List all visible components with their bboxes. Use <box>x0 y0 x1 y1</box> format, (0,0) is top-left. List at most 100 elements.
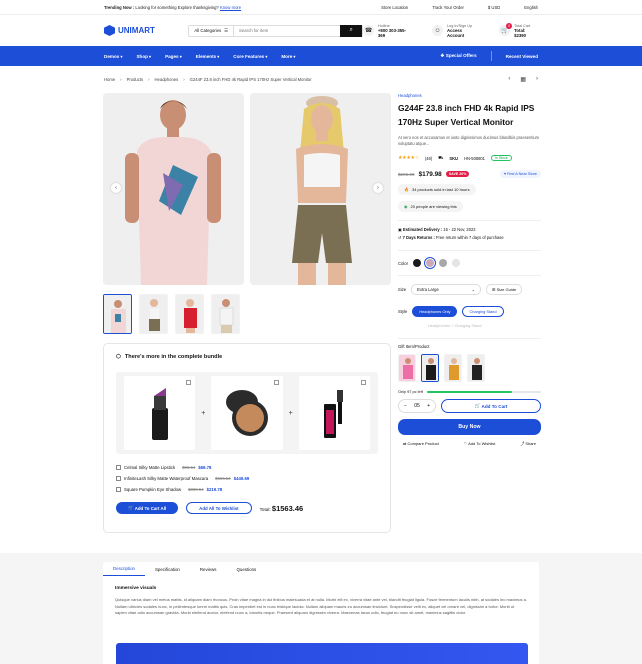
chevron-left-icon: ‹ <box>115 185 117 191</box>
bundle-item-row[interactable]: InfiniteLash Silky Matte Waterproof Masc… <box>116 473 378 484</box>
thumbnail-1[interactable] <box>103 294 132 334</box>
category-select[interactable]: All Categories ☰ <box>189 25 235 36</box>
search-bar: All Categories☰ ⌕ <box>188 24 364 37</box>
product-info: Headphones G244F 23.8 inch FHD 4k Rapid … <box>398 93 541 447</box>
nav-item-shop[interactable]: Shop <box>136 54 151 59</box>
search-input[interactable] <box>234 28 341 33</box>
crumb-headphones[interactable]: Headphones <box>155 77 179 82</box>
trending-notice: Trending Now : Looking for something Exp… <box>104 5 241 10</box>
grid-icon[interactable]: ▦ <box>520 76 526 83</box>
share-link[interactable]: ⤴ Share <box>520 441 536 447</box>
current-price: $179.98 <box>418 170 442 178</box>
save-badge: SAVE 20% <box>445 171 470 177</box>
add-to-cart-button[interactable]: 🛒 Add To Cart <box>441 399 541 413</box>
tab-questions[interactable]: Questions <box>226 562 266 576</box>
plus-icon[interactable]: + <box>427 403 430 409</box>
minus-icon[interactable]: − <box>404 403 407 409</box>
wishlist-label: Add To Wishlist <box>468 441 496 446</box>
quantity-stepper[interactable]: − 05 + <box>398 399 436 413</box>
bundle-item-row[interactable]: Celmal Silky Matte Lipstick $96.54 $69.78 <box>116 462 378 473</box>
bundle-total-label: Total: <box>259 506 271 512</box>
find-store-label: Find A Near Store <box>507 172 537 176</box>
gift-item[interactable] <box>398 354 416 382</box>
gift-item[interactable] <box>444 354 462 382</box>
bundle-checkbox[interactable] <box>186 380 192 385</box>
prev-image-arrow[interactable]: ‹ <box>111 183 121 193</box>
prev-product-icon[interactable]: ‹ <box>508 76 510 83</box>
product-image-2[interactable]: › <box>250 93 391 285</box>
truck-icon: ⛟ <box>438 155 444 160</box>
find-store-button[interactable]: ⌖ Find A Near Store <box>499 170 541 178</box>
bundle-product-lipstick[interactable] <box>124 376 196 450</box>
color-swatch[interactable] <box>439 259 448 267</box>
checkbox[interactable] <box>116 487 121 492</box>
cart-icon: 🛒 <box>128 505 135 510</box>
account[interactable]: ☺ Log In/Sign Up Access Account <box>432 24 479 38</box>
language-select[interactable]: English <box>524 5 538 10</box>
size-guide-label: Size Guide <box>496 287 517 292</box>
next-image-arrow[interactable]: › <box>373 183 383 193</box>
divider <box>398 338 541 339</box>
special-offers-link[interactable]: ❖ Special Offers <box>440 53 476 59</box>
style-option[interactable]: Headphones Only <box>412 306 458 317</box>
cart[interactable]: 🛒 0 Total Cart Total: $2390 <box>499 23 538 38</box>
bundle-item-name: Celmal Silky Matte Lipstick <box>124 465 176 470</box>
style-options: Style Headphones Only Charging Stand <box>398 306 541 317</box>
thumbnail-image <box>176 295 203 333</box>
product-category-link[interactable]: Headphones <box>398 93 541 98</box>
size-guide-button[interactable]: ⊞ Size Guide <box>486 284 523 295</box>
add-all-to-cart-button[interactable]: 🛒 Add To Cart All <box>116 502 179 514</box>
hotline[interactable]: ☎ Hotline +800 303-355-369 <box>363 24 412 38</box>
know-more-link[interactable]: Know more <box>220 5 241 10</box>
checkbox[interactable] <box>116 465 121 470</box>
bundle-heading: ⬡ There's more in the complete bundle <box>116 354 378 360</box>
store-location-link[interactable]: Store Location <box>381 5 408 10</box>
bundle-checkbox[interactable] <box>360 380 366 385</box>
nav-item-demos[interactable]: Demos <box>104 54 122 59</box>
crumb-products[interactable]: Products <box>127 77 144 82</box>
quantity-value[interactable]: 05 <box>414 403 420 409</box>
color-swatch[interactable] <box>452 259 461 267</box>
nav-item-elements[interactable]: Elements <box>196 54 220 59</box>
track-order-link[interactable]: Track Your Order <box>432 5 464 10</box>
review-count[interactable]: (48) <box>425 156 432 161</box>
next-product-icon[interactable]: › <box>536 76 538 83</box>
crumb-home[interactable]: Home <box>104 77 115 82</box>
buy-now-button[interactable]: Buy Now <box>398 419 541 435</box>
compare-link[interactable]: ⇄ Compare Product <box>403 441 439 447</box>
gift-item[interactable] <box>467 354 485 382</box>
tab-reviews[interactable]: Reviews <box>190 562 227 576</box>
product-image-1[interactable]: ‹ <box>103 93 244 285</box>
stock-badge: In Stock <box>490 155 512 161</box>
account-value: Access Account <box>446 27 465 38</box>
gift-item[interactable] <box>421 354 439 382</box>
currency-select[interactable]: $ USD <box>488 5 500 10</box>
size-select[interactable]: Extra Large ⌄ <box>411 284 482 295</box>
stock-track <box>426 390 541 393</box>
search-button[interactable]: ⌕ <box>340 24 363 37</box>
search-icon: ⌕ <box>349 27 353 33</box>
bundle-product-eyeshadow[interactable] <box>211 376 283 450</box>
promo-banner <box>116 643 528 664</box>
recent-viewed-link[interactable]: Recent Viewed <box>506 54 538 59</box>
bundle-item-row[interactable]: Square Pumpkin Eye Shadow $339.54 $219.78 <box>116 484 378 495</box>
logo[interactable]: UNIMART <box>104 25 188 36</box>
nav-item-pages[interactable]: Pages <box>165 54 182 59</box>
bundle-product-mascara[interactable] <box>298 376 370 450</box>
style-option[interactable]: Charging Stand <box>462 306 504 317</box>
nav-item-core-features[interactable]: Core Features <box>233 54 267 59</box>
thumbnail-4[interactable] <box>211 294 240 334</box>
tab-specification[interactable]: Specification <box>145 562 190 576</box>
chevron-right-icon: › <box>377 185 379 191</box>
nav-item-more[interactable]: More <box>281 54 295 59</box>
tab-description[interactable]: Description <box>103 562 145 576</box>
wishlist-link[interactable]: ♡ Add To Wishlist <box>464 441 496 447</box>
thumbnail-2[interactable] <box>139 294 168 334</box>
bundle-checkbox[interactable] <box>273 380 279 385</box>
thumbnail-3[interactable] <box>175 294 204 334</box>
add-all-to-wishlist-button[interactable]: Add All To Wishlist <box>186 502 252 514</box>
color-swatch[interactable] <box>424 257 437 269</box>
checkbox[interactable] <box>116 476 121 481</box>
color-swatch[interactable] <box>413 259 422 267</box>
menu-icon: ☰ <box>224 27 229 33</box>
